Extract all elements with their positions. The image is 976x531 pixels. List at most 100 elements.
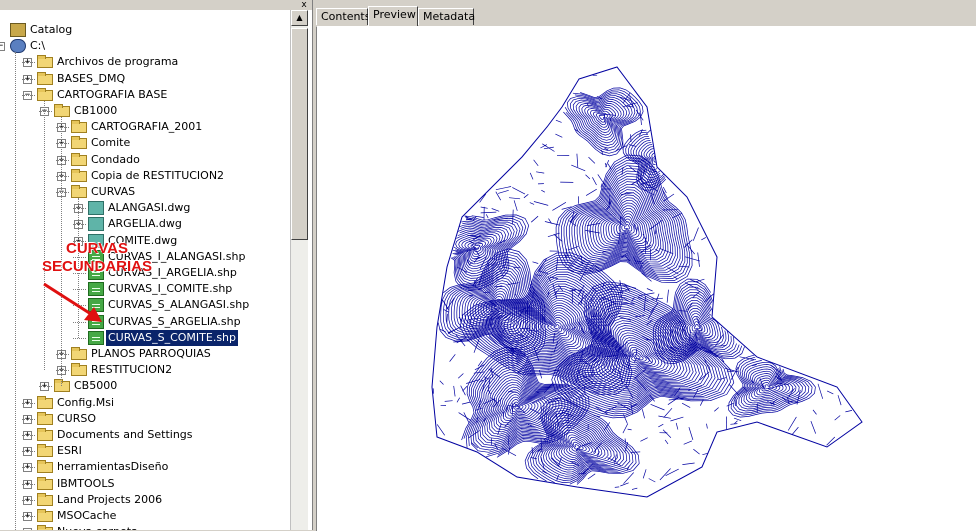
contour-line	[663, 430, 671, 438]
contour-line	[445, 401, 453, 402]
tree-connector-line	[22, 516, 35, 517]
contour-line	[507, 406, 508, 411]
folder-icon	[54, 381, 70, 392]
contour-line	[615, 487, 619, 488]
tree-item-label: RESTITUCION2	[89, 362, 174, 378]
tree-item[interactable]: CARTOGRAFIA_2001	[71, 119, 204, 135]
contour-line	[688, 386, 702, 391]
contour-line	[514, 200, 517, 211]
tree-item[interactable]: IBMTOOLS	[37, 476, 116, 492]
tree-connector-line	[22, 484, 35, 485]
contour-line	[698, 253, 700, 267]
contour-line	[663, 194, 674, 201]
tree-item-label: ESRI	[55, 443, 84, 459]
tree-item[interactable]: CURSO	[37, 411, 98, 427]
tree-item[interactable]: Condado	[71, 152, 142, 168]
contour-line	[788, 417, 796, 431]
contour-line	[652, 171, 658, 172]
tree-connector-line	[73, 338, 86, 339]
contour-line	[556, 120, 562, 122]
contour-line	[599, 115, 605, 120]
tree-item-label: ARGELIA.dwg	[106, 216, 184, 232]
tree-vertical-scrollbar[interactable]: ▲	[290, 10, 308, 530]
contour-line	[536, 172, 544, 173]
tree-item[interactable]: Comite	[71, 135, 132, 151]
contour-line	[447, 314, 448, 324]
folder-icon	[71, 187, 87, 198]
tree-item[interactable]: CB5000	[54, 378, 119, 394]
shapefile-icon	[88, 298, 104, 312]
tree-pane-header: x	[0, 0, 312, 10]
tree-item[interactable]: CURVAS	[71, 184, 137, 200]
scroll-up-arrow-icon[interactable]: ▲	[291, 10, 308, 26]
contour-line	[695, 324, 700, 329]
tree-item[interactable]: Copia de RESTITUCION2	[71, 168, 226, 184]
collapse-minus-icon[interactable]: −	[0, 42, 5, 51]
contour-line	[541, 439, 542, 453]
contour-line	[707, 424, 708, 429]
tree-item[interactable]: Nueva carpeta	[37, 524, 140, 530]
tab-metadata[interactable]: Metadata	[418, 8, 474, 25]
contour-line	[607, 458, 616, 462]
folder-icon	[37, 495, 53, 506]
contour-line	[639, 293, 655, 296]
folder-icon	[37, 511, 53, 522]
contour-line	[701, 237, 706, 240]
tree-connector-line	[56, 127, 69, 128]
close-pane-button[interactable]: x	[297, 0, 311, 10]
contour-line	[640, 112, 641, 125]
tree-item[interactable]: Catalog	[10, 22, 74, 38]
preview-area[interactable]	[316, 26, 976, 531]
tree-item[interactable]: Archivos de programa	[37, 54, 180, 70]
contour-line	[714, 408, 718, 412]
cad-drawing-icon	[88, 201, 104, 215]
contour-line	[513, 210, 514, 225]
tree-connector-line	[39, 111, 52, 112]
tree-item[interactable]: CURVAS_S_COMITE.shp	[88, 330, 238, 346]
contour-line	[692, 322, 702, 331]
contour-line	[693, 228, 698, 241]
contour-line	[734, 421, 737, 424]
contour-line	[708, 335, 712, 338]
contour-line	[827, 391, 833, 394]
tree-item[interactable]: RESTITUCION2	[71, 362, 174, 378]
tree-item[interactable]: CURVAS_I_COMITE.shp	[88, 281, 234, 297]
tree-item[interactable]: CB1000	[54, 103, 119, 119]
contour-line	[636, 110, 643, 120]
tree-item[interactable]: BASES_DMQ	[37, 71, 127, 87]
contour-line	[606, 160, 609, 167]
tree-item[interactable]: CURVAS_S_ARGELIA.shp	[88, 314, 243, 330]
tree-item[interactable]: CARTOGRAFIA BASE	[37, 87, 169, 103]
contour-line	[632, 488, 637, 489]
contour-line	[760, 378, 764, 389]
tree-item[interactable]: PLANOS PARROQUIAS	[71, 346, 213, 362]
tree-item-label: CB1000	[72, 103, 119, 119]
contour-line	[548, 233, 560, 237]
contour-line	[658, 424, 663, 427]
scroll-thumb[interactable]	[291, 28, 308, 240]
contour-line	[586, 175, 590, 179]
contour-line	[637, 226, 639, 232]
tree-connector-line	[22, 403, 35, 404]
contour-line	[651, 404, 665, 410]
tree-item[interactable]: ALANGASI.dwg	[88, 200, 192, 216]
tree-item[interactable]: MSOCache	[37, 508, 118, 524]
contour-line	[541, 190, 545, 192]
contour-line	[492, 209, 500, 212]
contour-line	[475, 364, 485, 369]
contour-line	[514, 267, 520, 268]
tree-item[interactable]: CURVAS_S_ALANGASI.shp	[88, 297, 251, 313]
contour-line	[631, 452, 641, 453]
contour-line	[646, 356, 653, 363]
tree-item[interactable]: Documents and Settings	[37, 427, 195, 443]
tree-item[interactable]: herramientasDiseño	[37, 459, 170, 475]
tree-item[interactable]: ARGELIA.dwg	[88, 216, 184, 232]
contour-line	[474, 257, 479, 262]
contour-line	[835, 416, 841, 421]
tree-item[interactable]: ESRI	[37, 443, 84, 459]
tree-item[interactable]: Land Projects 2006	[37, 492, 164, 508]
tab-contents[interactable]: Contents	[316, 8, 368, 25]
tab-preview[interactable]: Preview	[368, 6, 418, 26]
contour-line	[623, 414, 627, 423]
tree-item[interactable]: Config.Msi	[37, 395, 116, 411]
